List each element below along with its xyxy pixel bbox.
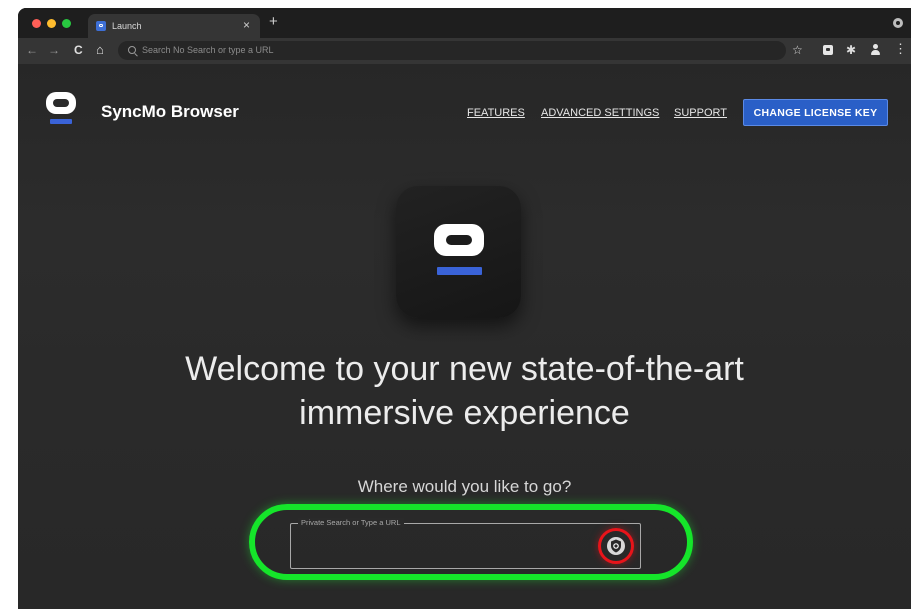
- reload-icon[interactable]: C: [74, 43, 83, 57]
- search-field-label: Private Search or Type a URL: [298, 518, 404, 527]
- tab-title: Launch: [112, 21, 142, 31]
- page-content: SyncMo Browser FEATURES ADVANCED SETTING…: [18, 64, 911, 609]
- nav-link-support[interactable]: SUPPORT: [674, 107, 727, 119]
- search-input[interactable]: [297, 536, 581, 558]
- hero-subheading: Where would you like to go?: [357, 477, 572, 496]
- extensions-puzzle-icon[interactable]: ✱: [846, 44, 856, 56]
- hero-headline: Welcome to your new state-of-the-art imm…: [18, 347, 911, 435]
- home-icon[interactable]: ⌂: [96, 43, 104, 57]
- new-tab-button[interactable]: +: [269, 13, 278, 30]
- maximize-window-button[interactable]: [62, 19, 71, 28]
- logo-bar: [50, 119, 72, 124]
- hero-headline-line-2: immersive experience: [299, 394, 630, 432]
- browser-window: Launch × + ← → C ⌂ Search No Search or t…: [18, 8, 911, 609]
- private-search-field[interactable]: Private Search or Type a URL: [290, 518, 641, 569]
- back-arrow-icon[interactable]: ←: [26, 43, 38, 57]
- address-bar-placeholder: Search No Search or type a URL: [142, 45, 274, 55]
- tab-launch[interactable]: Launch ×: [88, 14, 260, 38]
- address-bar[interactable]: Search No Search or type a URL: [118, 41, 786, 60]
- logo-ring: [46, 92, 76, 114]
- close-window-button[interactable]: [32, 19, 41, 28]
- tab-close-icon[interactable]: ×: [243, 18, 250, 32]
- minimize-window-button[interactable]: [47, 19, 56, 28]
- syncmo-logo-icon[interactable]: [42, 86, 82, 134]
- browser-toolbar: ← → C ⌂ Search No Search or type a URL ☆…: [18, 38, 911, 64]
- nav-link-features[interactable]: FEATURES: [467, 107, 525, 119]
- bookmark-star-icon[interactable]: ☆: [792, 44, 803, 56]
- shield-icon[interactable]: [607, 537, 625, 555]
- change-license-key-button[interactable]: CHANGE LICENSE KEY: [743, 99, 888, 126]
- search-icon: [128, 46, 136, 54]
- app-logo-tile-icon: [396, 186, 521, 318]
- browser-menu-icon[interactable]: ⋮: [894, 42, 907, 55]
- nav-link-advanced-settings[interactable]: ADVANCED SETTINGS: [541, 107, 659, 119]
- favicon-icon: [96, 21, 106, 31]
- brand-name[interactable]: SyncMo Browser: [101, 102, 239, 122]
- forward-arrow-icon[interactable]: →: [48, 43, 60, 57]
- tab-search-icon[interactable]: [893, 18, 903, 28]
- tab-strip: Launch × +: [18, 8, 911, 38]
- app-logo-bar: [437, 267, 482, 275]
- syncmo-extension-icon[interactable]: [823, 45, 833, 55]
- screenshot-page: Launch × + ← → C ⌂ Search No Search or t…: [0, 0, 911, 609]
- profile-avatar-icon[interactable]: [870, 44, 881, 56]
- hero-headline-line-1: Welcome to your new state-of-the-art: [185, 350, 744, 388]
- app-logo-ring: [434, 224, 484, 256]
